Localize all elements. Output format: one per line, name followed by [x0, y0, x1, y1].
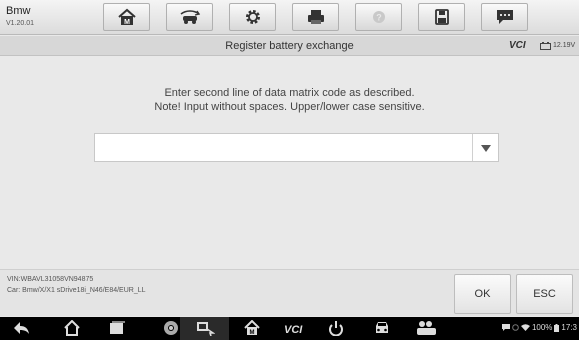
vci-app-icon[interactable]: VCI — [283, 320, 307, 336]
home-icon: M — [117, 8, 136, 26]
settings-button[interactable] — [229, 3, 276, 31]
sync-icon — [512, 324, 519, 331]
app-version: V1.20.01 — [6, 20, 35, 27]
autel-home-icon[interactable]: M — [243, 320, 261, 336]
ok-button[interactable]: OK — [454, 274, 511, 314]
recent-apps-icon[interactable] — [108, 320, 126, 336]
main-content: Enter second line of data matrix code as… — [0, 57, 579, 269]
help-button[interactable]: ? — [355, 3, 402, 31]
instruction-line-2: Note! Input without spaces. Upper/lower … — [154, 101, 425, 113]
home-button[interactable]: M — [103, 3, 150, 31]
android-home-icon[interactable] — [63, 320, 81, 336]
save-icon — [434, 9, 449, 25]
function-title-bar: Register battery exchange VCI 12.19V — [0, 36, 579, 56]
battery-percent: 100% — [531, 323, 553, 332]
vehicle-info-bar: VIN:WBAVL31058VN94875 Car: Bmw/X/X1 sDri… — [0, 269, 579, 316]
vci-status-label: VCI — [509, 40, 526, 51]
car-text: Car: Bmw/X/X1 sDrive18i_N46/E84/EUR_LL — [7, 287, 146, 294]
clock: 17:3 — [561, 323, 577, 332]
top-toolbar: Bmw V1.20.01 M ? — [0, 0, 579, 35]
page-title: Register battery exchange — [225, 40, 354, 52]
save-button[interactable] — [418, 3, 465, 31]
wifi-icon — [520, 324, 530, 331]
combo-divider — [472, 134, 473, 161]
app-name: Bmw — [6, 5, 31, 17]
svg-text:M: M — [250, 330, 255, 336]
power-icon[interactable] — [327, 320, 345, 336]
vehicle-swap-icon — [180, 10, 200, 24]
diagnostic-app-icon[interactable] — [195, 320, 215, 336]
battery-voltage: 12.19V — [553, 42, 576, 49]
data-matrix-input-combo[interactable] — [94, 133, 499, 162]
device-battery-icon — [554, 323, 560, 332]
print-icon — [307, 10, 324, 24]
vin-text: VIN:WBAVL31058VN94875 — [7, 276, 94, 283]
help-icon: ? — [372, 11, 385, 23]
back-icon[interactable] — [12, 320, 30, 336]
status-area: 100% 17:3 — [501, 323, 577, 332]
instruction-line-1: Enter second line of data matrix code as… — [164, 87, 415, 99]
message-icon — [496, 10, 513, 24]
svg-text:VCI: VCI — [284, 324, 303, 336]
car-icon[interactable] — [372, 320, 392, 336]
remote-expert-icon[interactable] — [414, 320, 438, 336]
svg-text:?: ? — [376, 13, 382, 23]
settings-icon — [245, 10, 260, 24]
vehicle-swap-button[interactable] — [166, 3, 213, 31]
message-notification-icon — [501, 324, 510, 331]
svg-text:M: M — [124, 19, 130, 26]
chrome-icon[interactable] — [162, 320, 180, 336]
system-nav-bar: M VCI 100% 17:3 — [0, 317, 579, 340]
esc-button[interactable]: ESC — [516, 274, 573, 314]
print-button[interactable] — [292, 3, 339, 31]
message-button[interactable] — [481, 3, 528, 31]
dropdown-arrow-icon[interactable] — [481, 145, 491, 152]
vehicle-battery-icon — [540, 42, 551, 50]
